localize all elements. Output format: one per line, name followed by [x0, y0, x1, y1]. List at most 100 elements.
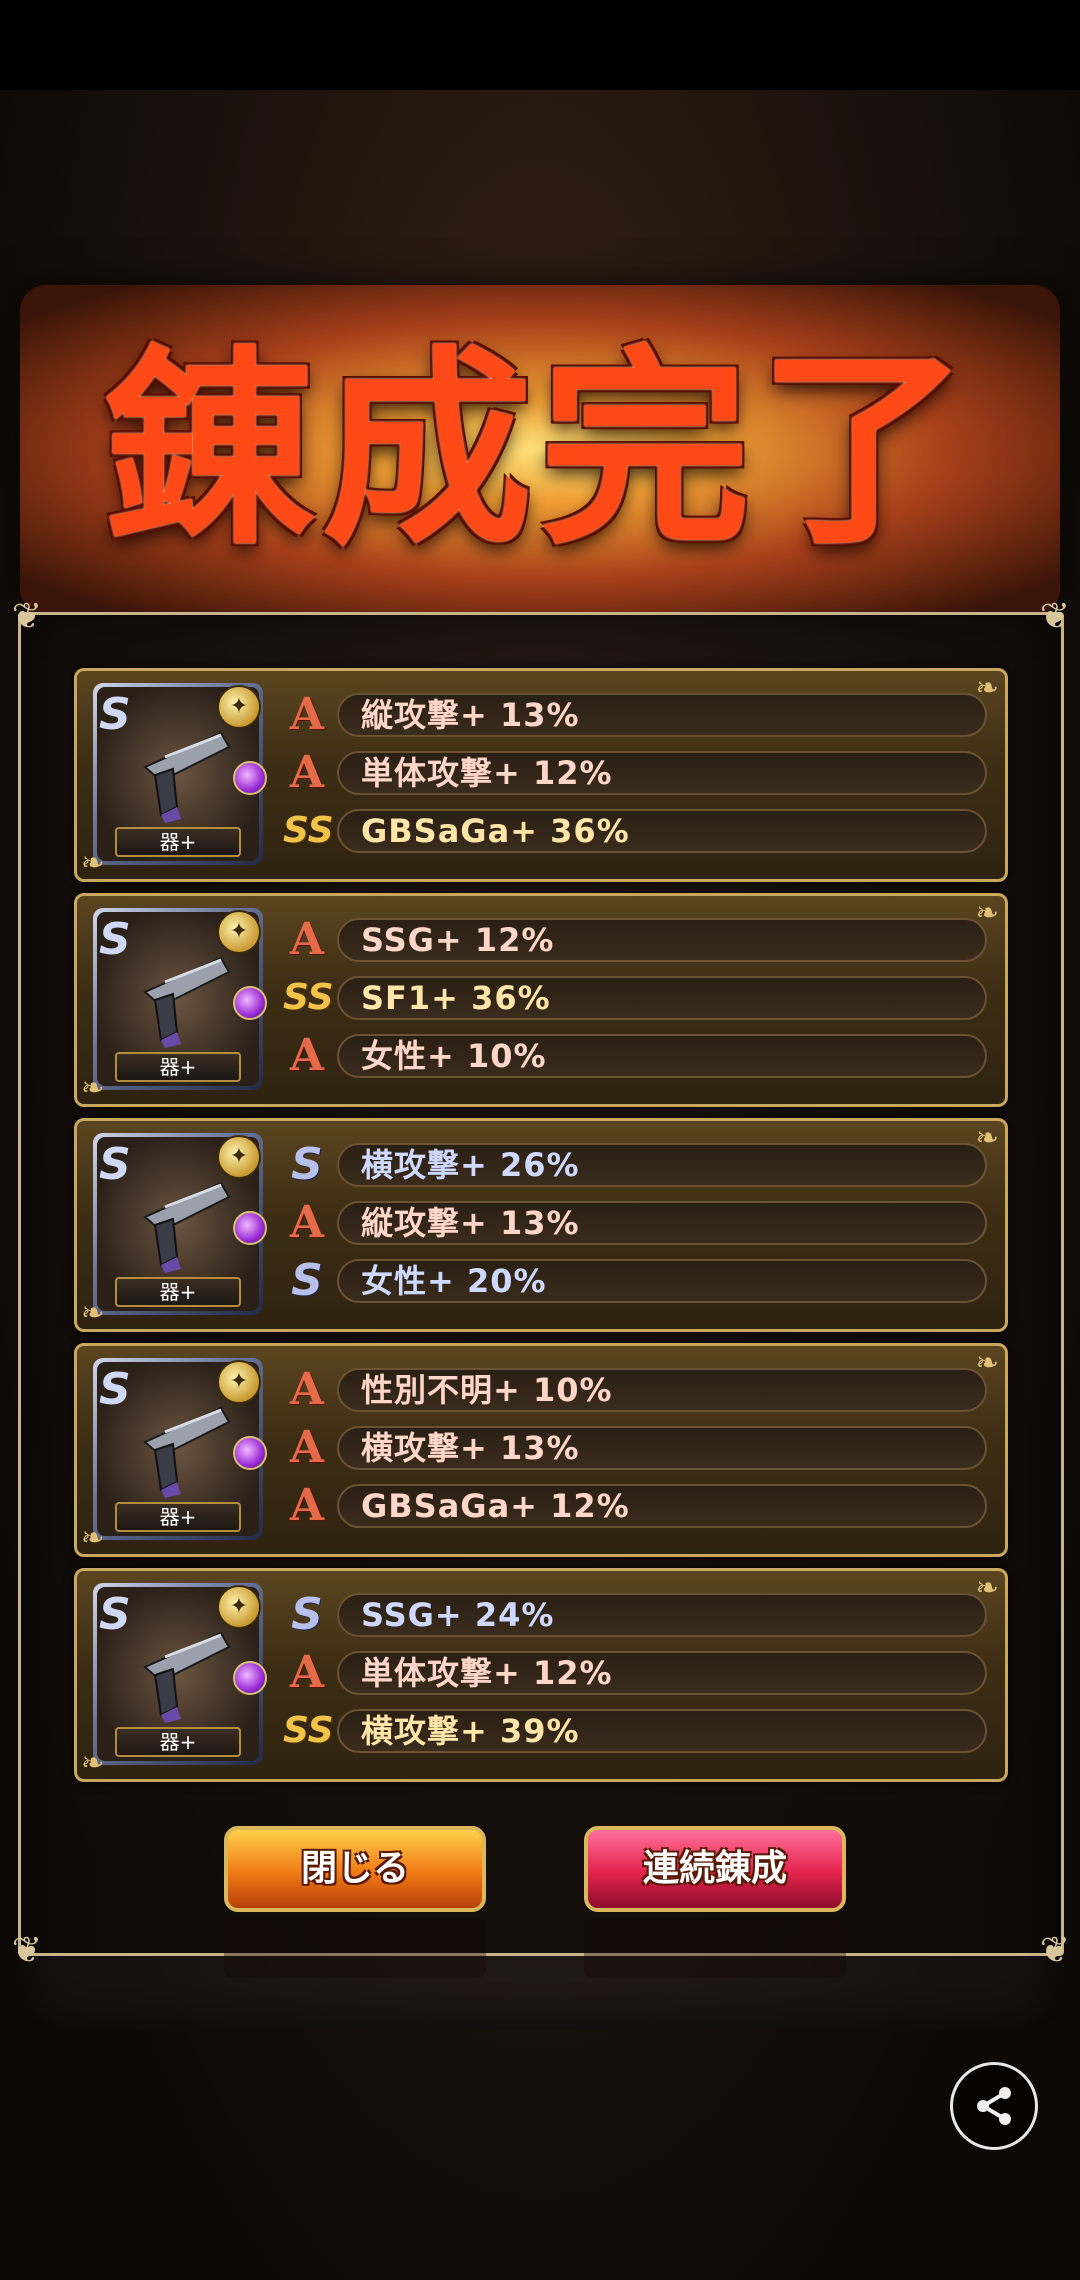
effect-row: S SSG+ 24%	[283, 1589, 987, 1641]
result-card: S 器+ ✦ S SSG+ 24% A 単体攻撃+ 12% SS 横攻撃+ 39% ❧ ❧	[74, 1568, 1008, 1782]
effect-bar: SF1+ 36%	[337, 976, 987, 1020]
effect-bar: 女性+ 10%	[337, 1034, 987, 1078]
weapon-type-badge: 器+	[115, 827, 241, 857]
weapon-type-badge: 器+	[115, 1052, 241, 1082]
effect-list: S 横攻撃+ 26% A 縦攻撃+ 13% S 女性+ 20%	[283, 1139, 987, 1313]
weapon-thumbnail[interactable]: S 器+ ✦	[93, 1358, 267, 1540]
rank-badge: A	[289, 689, 325, 740]
effect-bar: 縦攻撃+ 13%	[337, 1201, 987, 1245]
effect-row: A 性別不明+ 10%	[283, 1364, 987, 1416]
share-icon	[977, 2087, 1011, 2125]
rank-badge: A	[289, 1197, 325, 1248]
gold-emblem-icon: ✦	[217, 685, 261, 729]
effect-text: 女性+ 20%	[361, 1262, 547, 1300]
effect-row: A 横攻撃+ 13%	[283, 1422, 987, 1474]
corner-ornament-icon: ❦	[11, 596, 43, 637]
effect-bar: 性別不明+ 10%	[337, 1368, 987, 1412]
rank-badge: A	[289, 914, 325, 965]
pistol-icon	[143, 1406, 231, 1498]
effect-bar: SSG+ 12%	[337, 918, 987, 962]
rank-badge: A	[289, 1480, 325, 1531]
effect-row: A 縦攻撃+ 13%	[283, 689, 987, 741]
effect-text: SSG+ 24%	[361, 1596, 555, 1634]
rank-badge: A	[289, 747, 325, 798]
continue-synthesis-button[interactable]: 連続錬成	[584, 1826, 846, 1912]
rank-badge: SS	[283, 810, 334, 851]
corner-ornament-icon: ❦	[1039, 596, 1071, 637]
purple-gem-icon	[233, 1661, 267, 1695]
effect-list: A SSG+ 12% SS SF1+ 36% A 女性+ 10%	[283, 914, 987, 1088]
banner-title: 錬成完了	[103, 326, 976, 573]
rank-badge: A	[289, 1364, 325, 1415]
gold-emblem-icon: ✦	[217, 1360, 261, 1404]
effect-list: S SSG+ 24% A 単体攻撃+ 12% SS 横攻撃+ 39%	[283, 1589, 987, 1763]
effect-bar: GBSaGa+ 12%	[337, 1484, 987, 1528]
effect-text: 単体攻撃+ 12%	[361, 754, 613, 792]
result-card: S 器+ ✦ S 横攻撃+ 26% A 縦攻撃+ 13% S 女性+ 20% ❧ ❧	[74, 1118, 1008, 1332]
card-ornament-icon: ❧	[975, 671, 999, 704]
weapon-thumbnail[interactable]: S 器+ ✦	[93, 908, 267, 1090]
rank-badge: SS	[283, 977, 334, 1018]
effect-bar: 横攻撃+ 26%	[337, 1143, 987, 1187]
rank-badge: S	[291, 1139, 323, 1190]
purple-gem-icon	[233, 1436, 267, 1470]
rank-badge: S	[291, 1255, 323, 1306]
card-ornament-icon: ❧	[975, 1571, 999, 1604]
effect-text: 縦攻撃+ 13%	[361, 696, 580, 734]
rank-badge: A	[289, 1647, 325, 1698]
card-ornament-icon: ❧	[81, 846, 105, 879]
effect-bar: SSG+ 24%	[337, 1593, 987, 1637]
effect-row: S 横攻撃+ 26%	[283, 1139, 987, 1191]
weapon-thumbnail[interactable]: S 器+ ✦	[93, 683, 267, 865]
rank-badge: A	[289, 1422, 325, 1473]
weapon-thumbnail[interactable]: S 器+ ✦	[93, 1133, 267, 1315]
effect-row: A 単体攻撃+ 12%	[283, 747, 987, 799]
effect-text: 縦攻撃+ 13%	[361, 1204, 580, 1242]
effect-text: 性別不明+ 10%	[361, 1371, 613, 1409]
effect-row: A 単体攻撃+ 12%	[283, 1647, 987, 1699]
rank-badge: SS	[283, 1710, 334, 1751]
effect-bar: 横攻撃+ 39%	[337, 1709, 987, 1753]
purple-gem-icon	[233, 761, 267, 795]
share-button[interactable]	[950, 2062, 1038, 2150]
card-ornament-icon: ❧	[81, 1071, 105, 1104]
weapon-type-badge: 器+	[115, 1502, 241, 1532]
card-ornament-icon: ❧	[81, 1296, 105, 1329]
card-ornament-icon: ❧	[81, 1521, 105, 1554]
effect-row: SS GBSaGa+ 36%	[283, 805, 987, 857]
corner-ornament-icon: ❦	[11, 1930, 43, 1971]
effect-row: A 女性+ 10%	[283, 1030, 987, 1082]
card-ornament-icon: ❧	[975, 1346, 999, 1379]
effect-list: A 性別不明+ 10% A 横攻撃+ 13% A GBSaGa+ 12%	[283, 1364, 987, 1538]
effect-row: A SSG+ 12%	[283, 914, 987, 966]
pistol-icon	[143, 731, 231, 823]
weapon-thumbnail[interactable]: S 器+ ✦	[93, 1583, 267, 1765]
purple-gem-icon	[233, 986, 267, 1020]
result-card: S 器+ ✦ A SSG+ 12% SS SF1+ 36% A 女性+ 10% ❧ ❧	[74, 893, 1008, 1107]
effect-text: 横攻撃+ 13%	[361, 1429, 580, 1467]
effect-row: SS SF1+ 36%	[283, 972, 987, 1024]
pistol-icon	[143, 1631, 231, 1723]
result-card: S 器+ ✦ A 縦攻撃+ 13% A 単体攻撃+ 12% SS GBSaGa+ 36% ❧ ❧	[74, 668, 1008, 882]
card-ornament-icon: ❧	[975, 896, 999, 929]
effect-text: GBSaGa+ 36%	[361, 812, 630, 850]
effect-bar: 女性+ 20%	[337, 1259, 987, 1303]
effect-text: 横攻撃+ 26%	[361, 1146, 580, 1184]
effect-row: SS 横攻撃+ 39%	[283, 1705, 987, 1757]
effect-bar: GBSaGa+ 36%	[337, 809, 987, 853]
result-card: S 器+ ✦ A 性別不明+ 10% A 横攻撃+ 13% A GBSaGa+ 12% ❧ ❧	[74, 1343, 1008, 1557]
effect-text: 単体攻撃+ 12%	[361, 1654, 613, 1692]
close-button[interactable]: 閉じる	[224, 1826, 486, 1912]
purple-gem-icon	[233, 1211, 267, 1245]
effect-bar: 単体攻撃+ 12%	[337, 751, 987, 795]
corner-ornament-icon: ❦	[1039, 1930, 1071, 1971]
status-bar	[0, 0, 1080, 90]
effect-text: SSG+ 12%	[361, 921, 555, 959]
effect-row: A GBSaGa+ 12%	[283, 1480, 987, 1532]
pistol-icon	[143, 1181, 231, 1273]
rank-badge: A	[289, 1030, 325, 1081]
gold-emblem-icon: ✦	[217, 1585, 261, 1629]
effect-list: A 縦攻撃+ 13% A 単体攻撃+ 12% SS GBSaGa+ 36%	[283, 689, 987, 863]
effect-text: GBSaGa+ 12%	[361, 1487, 630, 1525]
button-shadow	[584, 1918, 846, 1978]
